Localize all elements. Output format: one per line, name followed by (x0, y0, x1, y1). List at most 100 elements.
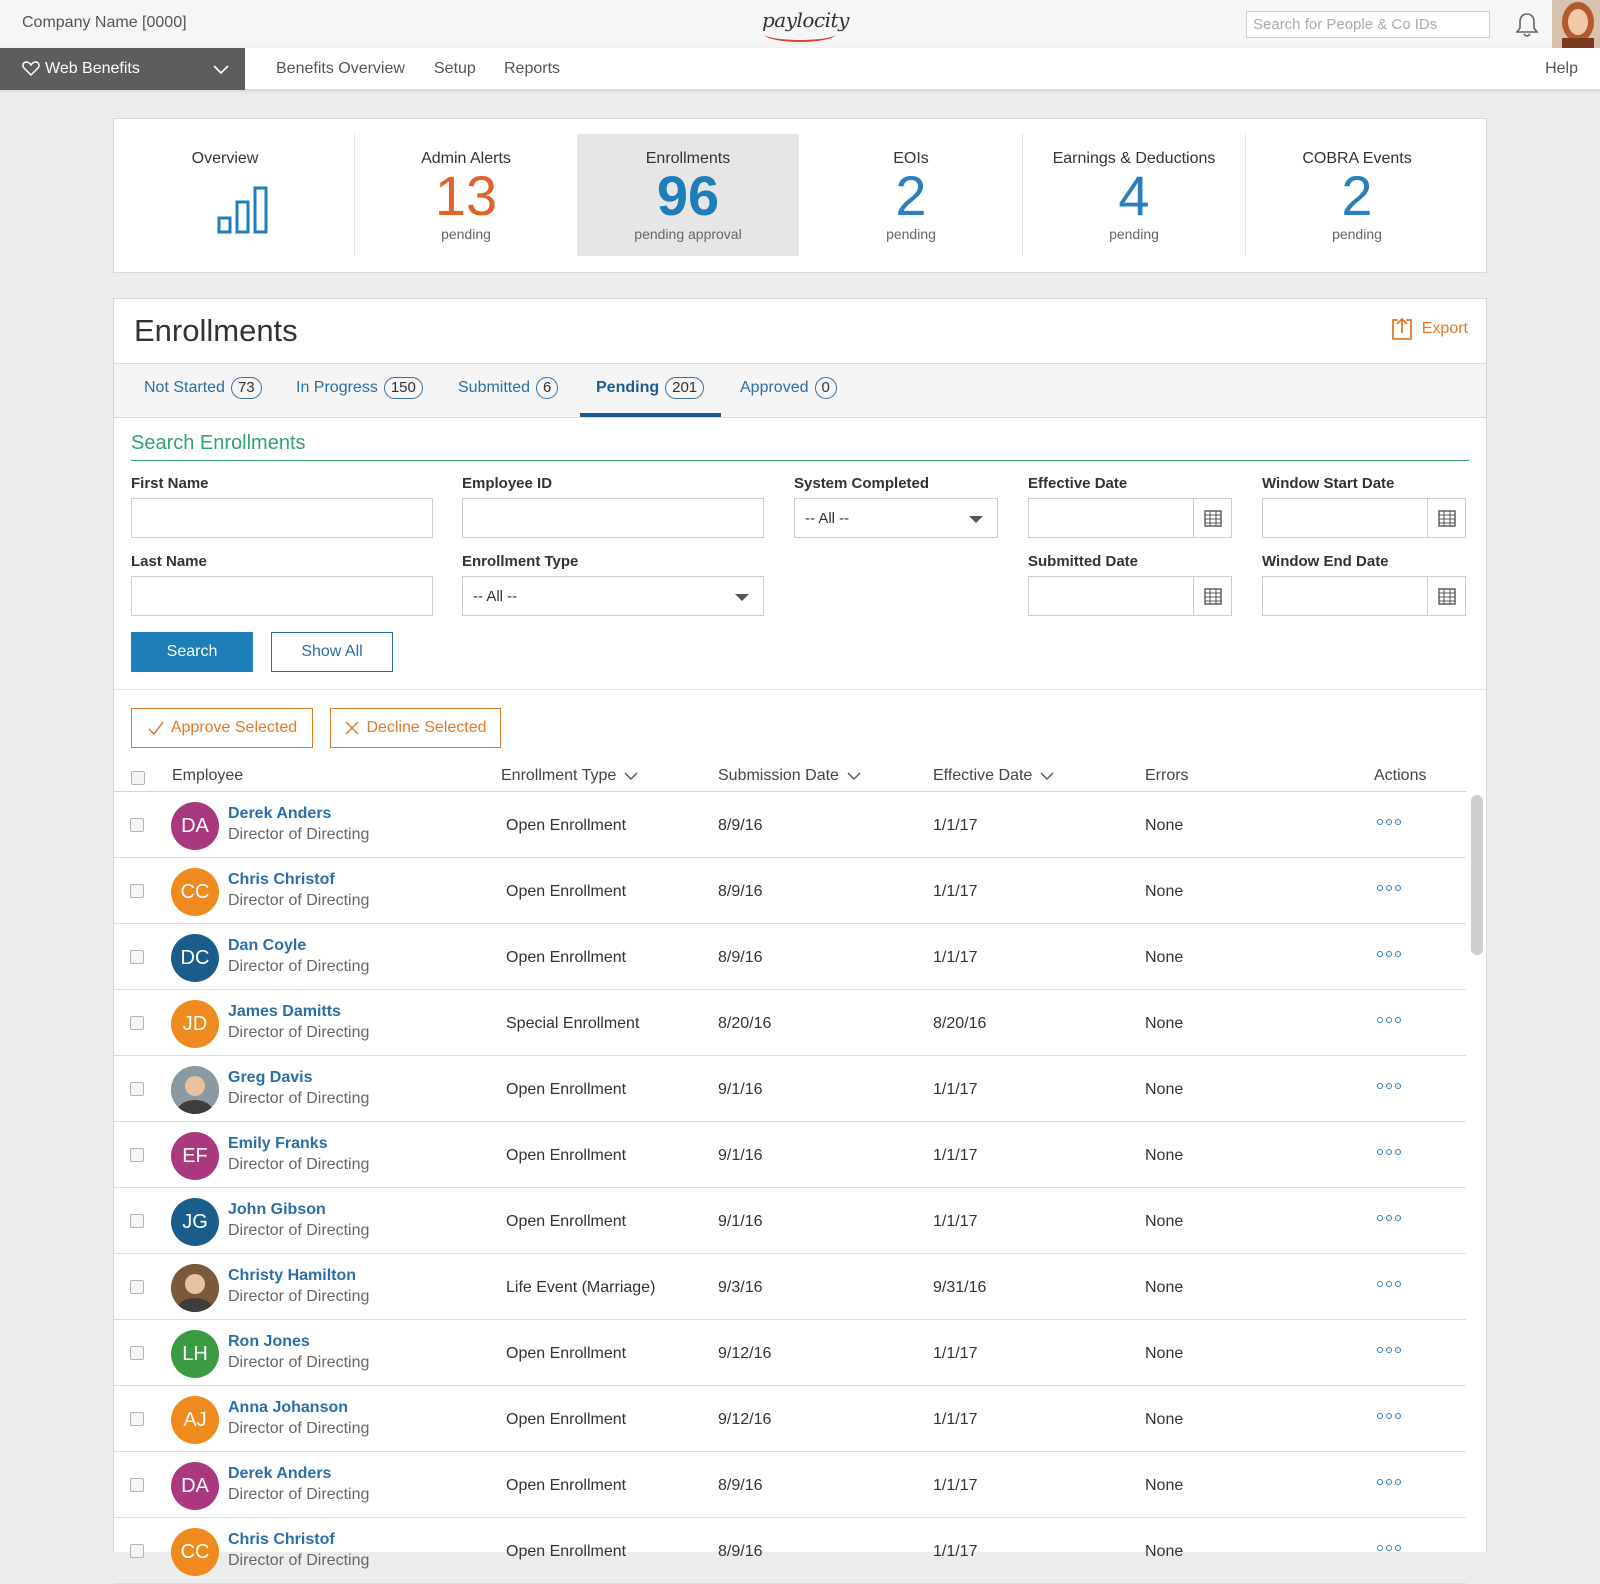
employee-name-link[interactable]: Emily Franks (228, 1135, 328, 1153)
row-checkbox[interactable] (130, 1280, 144, 1294)
tab-approved[interactable]: Approved 0 (740, 377, 837, 399)
errors-cell: None (1145, 1213, 1184, 1230)
table-row[interactable]: JD James Damitts Director of Directing Spec… (114, 990, 1466, 1056)
more-actions-icon[interactable] (1377, 885, 1401, 891)
approve-selected-button[interactable]: Approve Selected (131, 708, 313, 748)
tab-not-started[interactable]: Not Started 73 (144, 377, 262, 399)
tile-enrollments[interactable]: Enrollments 96 pending approval (577, 134, 799, 256)
row-checkbox[interactable] (130, 1214, 144, 1228)
more-actions-icon[interactable] (1377, 1083, 1401, 1089)
employee-name-link[interactable]: John Gibson (228, 1201, 326, 1219)
tile-earnings-deductions[interactable]: Earnings & Deductions 4 pending (1023, 134, 1245, 256)
table-row[interactable]: JG John Gibson Director of Directing Open E… (114, 1188, 1466, 1254)
user-avatar[interactable] (1552, 0, 1600, 48)
employee-name-link[interactable]: Anna Johanson (228, 1399, 348, 1417)
help-link[interactable]: Help (1545, 60, 1578, 78)
tile-admin-alerts[interactable]: Admin Alerts 13 pending (355, 134, 577, 256)
table-row[interactable]: DC Dan Coyle Director of Directing Open Enr… (114, 924, 1466, 990)
employee-title: Director of Directing (228, 1024, 370, 1041)
product-switcher[interactable]: Web Benefits (0, 48, 245, 90)
avatar: JG (171, 1198, 219, 1246)
enrollment-type-select[interactable]: -- All -- (462, 576, 764, 616)
nav-reports[interactable]: Reports (504, 60, 560, 78)
table-scrollbar[interactable] (1471, 795, 1483, 955)
nav-setup[interactable]: Setup (434, 60, 476, 78)
more-actions-icon[interactable] (1377, 1149, 1401, 1155)
more-actions-icon[interactable] (1377, 1479, 1401, 1485)
employee-name-link[interactable]: Derek Anders (228, 1465, 331, 1483)
employee-id-input[interactable] (462, 498, 764, 538)
effective-date-cell: 1/1/17 (933, 1477, 978, 1494)
nav-benefits-overview[interactable]: Benefits Overview (276, 60, 405, 78)
row-checkbox[interactable] (130, 1412, 144, 1426)
row-checkbox[interactable] (130, 884, 144, 898)
table-row[interactable]: Greg Davis Director of Directing Open Enro… (114, 1056, 1466, 1122)
more-actions-icon[interactable] (1377, 1347, 1401, 1353)
enrollments-panel: Enrollments Export Not Started 73 In Pro… (113, 298, 1487, 1584)
more-actions-icon[interactable] (1377, 1545, 1401, 1551)
more-actions-icon[interactable] (1377, 1017, 1401, 1023)
row-checkbox[interactable] (130, 1148, 144, 1162)
tab-submitted[interactable]: Submitted 6 (458, 377, 559, 399)
employee-name-link[interactable]: Chris Christof (228, 1531, 335, 1549)
row-checkbox[interactable] (130, 950, 144, 964)
row-checkbox[interactable] (130, 1346, 144, 1360)
submission-date-cell: 9/3/16 (718, 1279, 763, 1296)
calendar-icon[interactable] (1193, 577, 1231, 615)
table-row[interactable]: EF Emily Franks Director of Directing Open … (114, 1122, 1466, 1188)
tile-cobra-events[interactable]: COBRA Events 2 pending (1246, 134, 1468, 256)
employee-name-link[interactable]: Greg Davis (228, 1069, 312, 1087)
effective-date-cell: 1/1/17 (933, 817, 978, 834)
calendar-icon[interactable] (1193, 499, 1231, 537)
export-button[interactable]: Export (1390, 317, 1468, 341)
employee-name-link[interactable]: Chris Christof (228, 871, 335, 889)
employee-name-link[interactable]: Christy Hamilton (228, 1267, 356, 1285)
table-row[interactable]: AJ Anna Johanson Director of Directing Open… (114, 1386, 1466, 1452)
submitted-date-input[interactable] (1028, 576, 1232, 616)
search-button[interactable]: Search (131, 632, 253, 672)
calendar-icon[interactable] (1427, 577, 1465, 615)
tab-pending[interactable]: Pending 201 (596, 377, 705, 399)
last-name-input[interactable] (131, 576, 433, 616)
more-actions-icon[interactable] (1377, 819, 1401, 825)
decline-selected-button[interactable]: Decline Selected (330, 708, 501, 748)
show-all-button[interactable]: Show All (271, 632, 393, 672)
col-submission-date[interactable]: Submission Date (718, 767, 861, 785)
window-start-input[interactable] (1262, 498, 1466, 538)
effective-date-input[interactable] (1028, 498, 1232, 538)
table-row[interactable]: DA Derek Anders Director of Directing Open … (114, 1452, 1466, 1518)
tile-eois[interactable]: EOIs 2 pending (800, 134, 1022, 256)
more-actions-icon[interactable] (1377, 1413, 1401, 1419)
global-search-input[interactable] (1246, 11, 1490, 38)
nav-bar: Web Benefits Benefits Overview Setup Rep… (0, 48, 1600, 90)
errors-cell: None (1145, 1279, 1184, 1296)
employee-name-link[interactable]: Dan Coyle (228, 937, 306, 955)
tile-overview[interactable]: Overview (114, 134, 336, 256)
row-checkbox[interactable] (130, 1016, 144, 1030)
table-row[interactable]: DA Derek Anders Director of Directing Open … (114, 792, 1466, 858)
col-enrollment-type[interactable]: Enrollment Type (501, 767, 638, 785)
table-row[interactable]: Christy Hamilton Director of Directing Lif… (114, 1254, 1466, 1320)
tab-in-progress[interactable]: In Progress 150 (296, 377, 423, 399)
row-checkbox[interactable] (130, 1082, 144, 1096)
first-name-input[interactable] (131, 498, 433, 538)
employee-name-link[interactable]: Derek Anders (228, 805, 331, 823)
calendar-icon[interactable] (1427, 499, 1465, 537)
col-effective-date[interactable]: Effective Date (933, 767, 1054, 785)
more-actions-icon[interactable] (1377, 1215, 1401, 1221)
more-actions-icon[interactable] (1377, 1281, 1401, 1287)
effective-date-cell: 8/20/16 (933, 1015, 987, 1032)
employee-name-link[interactable]: James Damitts (228, 1003, 341, 1021)
select-all-checkbox[interactable] (131, 771, 145, 785)
row-checkbox[interactable] (130, 1544, 144, 1558)
table-row[interactable]: CC Chris Christof Director of Directing Ope… (114, 1518, 1466, 1584)
more-actions-icon[interactable] (1377, 951, 1401, 957)
employee-name-link[interactable]: Ron Jones (228, 1333, 310, 1351)
bell-icon[interactable] (1512, 10, 1542, 40)
table-row[interactable]: CC Chris Christof Director of Directing Ope… (114, 858, 1466, 924)
row-checkbox[interactable] (130, 818, 144, 832)
system-completed-select[interactable]: -- All -- (794, 498, 998, 538)
window-end-input[interactable] (1262, 576, 1466, 616)
row-checkbox[interactable] (130, 1478, 144, 1492)
table-row[interactable]: LH Ron Jones Director of Directing Open Enr… (114, 1320, 1466, 1386)
